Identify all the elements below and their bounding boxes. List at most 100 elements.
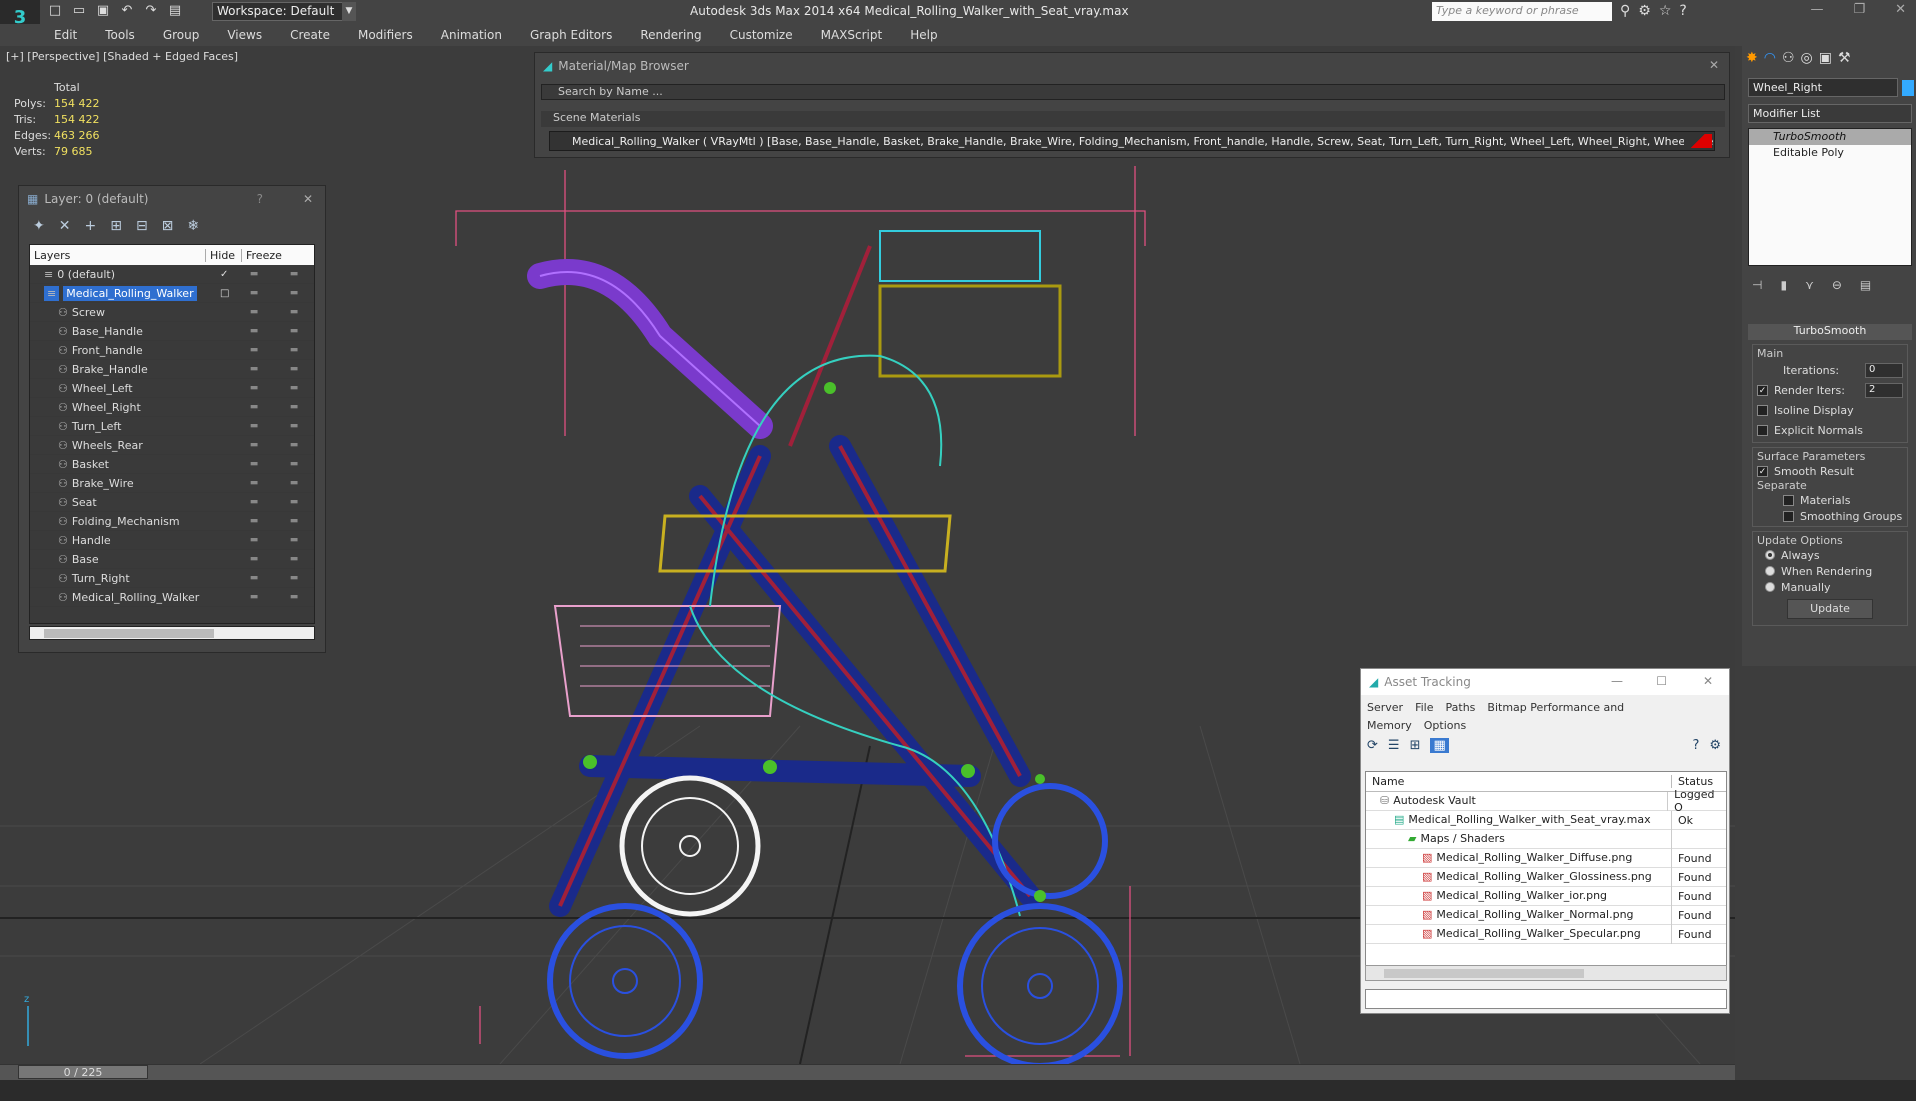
layer-hide-toggle[interactable]: ▬ <box>234 459 274 469</box>
vault-settings-icon[interactable]: ⚙ <box>1709 738 1721 753</box>
update-button[interactable]: Update <box>1787 599 1873 619</box>
vault-help-icon[interactable]: ? <box>1692 738 1699 753</box>
layer-hide-toggle[interactable]: ▬ <box>234 326 274 336</box>
layer-row[interactable]: ⚇ Seat ▬ ▬ <box>30 493 314 512</box>
menu-maxscript[interactable]: MAXScript <box>821 28 883 42</box>
asset-row[interactable]: ▧ Medical_Rolling_Walker_Glossiness.png Fo… <box>1366 867 1726 887</box>
select-in-layer-icon[interactable]: ⊞ <box>110 218 122 234</box>
help-search-input[interactable]: Type a keyword or phrase <box>1432 2 1612 21</box>
utilities-tab-icon[interactable]: ⚒ <box>1838 50 1851 68</box>
menu-views[interactable]: Views <box>227 28 262 42</box>
modify-tab-icon[interactable]: ◠ <box>1764 50 1776 68</box>
layer-hide-toggle[interactable]: ▬ <box>234 535 274 545</box>
smoothing-groups-checkbox[interactable] <box>1783 510 1794 522</box>
list-view-icon[interactable]: ☰ <box>1388 738 1400 753</box>
menu-help[interactable]: Help <box>910 28 937 42</box>
layer-hide-toggle[interactable]: ▬ <box>234 269 274 279</box>
asset-status-column[interactable]: Status <box>1672 775 1713 788</box>
track-bar[interactable] <box>0 1080 1916 1101</box>
asset-row[interactable]: ▤ Medical_Rolling_Walker_with_Seat_vray.m… <box>1366 810 1726 830</box>
layer-row[interactable]: ⚇ Brake_Handle ▬ ▬ <box>30 360 314 379</box>
menu-edit[interactable]: Edit <box>54 28 77 42</box>
display-tab-icon[interactable]: ▣ <box>1819 50 1832 68</box>
layer-hide-toggle[interactable]: ▬ <box>234 592 274 602</box>
asset-row[interactable]: ▰ Maps / Shaders <box>1366 829 1726 849</box>
layer-row[interactable]: ⚇ Wheels_Rear ▬ ▬ <box>30 436 314 455</box>
layer-freeze-toggle[interactable]: ▬ <box>274 402 314 412</box>
layer-hide-toggle[interactable]: ▬ <box>234 421 274 431</box>
always-radio[interactable] <box>1765 550 1775 560</box>
save-icon[interactable]: ▣ <box>94 3 112 19</box>
layer-row[interactable]: ⚇ Base ▬ ▬ <box>30 550 314 569</box>
asset-menu-options[interactable]: Options <box>1424 719 1466 732</box>
configure-modifier-sets-icon[interactable]: ▤ <box>1860 278 1871 292</box>
layer-row[interactable]: ⚇ Screw ▬ ▬ <box>30 303 314 322</box>
menu-animation[interactable]: Animation <box>441 28 502 42</box>
layer-freeze-toggle[interactable]: ▬ <box>274 269 314 279</box>
asset-menu-paths[interactable]: Paths <box>1446 701 1476 714</box>
menu-customize[interactable]: Customize <box>730 28 793 42</box>
layers-column-header[interactable]: Layers <box>30 248 206 262</box>
layer-hide-toggle[interactable]: ▬ <box>234 383 274 393</box>
layer-freeze-toggle[interactable]: ▬ <box>274 497 314 507</box>
redo-icon[interactable]: ↷ <box>142 3 160 19</box>
asset-menu-server[interactable]: Server <box>1367 701 1403 714</box>
asset-row[interactable]: ⛁ Autodesk Vault Logged O <box>1366 788 1726 814</box>
asset-menu-file[interactable]: File <box>1415 701 1433 714</box>
layer-row[interactable]: ⚇ Wheel_Left ▬ ▬ <box>30 379 314 398</box>
layer-freeze-toggle[interactable]: ▬ <box>274 326 314 336</box>
layer-active-toggle[interactable]: □ <box>220 288 234 299</box>
scene-materials-group[interactable]: Scene Materials <box>541 111 1725 127</box>
asset-row[interactable]: ▧ Medical_Rolling_Walker_ior.png Found <box>1366 886 1726 906</box>
layer-freeze-toggle[interactable]: ▬ <box>274 345 314 355</box>
layer-freeze-toggle[interactable]: ▬ <box>274 383 314 393</box>
layer-hide-toggle[interactable]: ▬ <box>234 307 274 317</box>
layer-row[interactable]: ⚇ Basket ▬ ▬ <box>30 455 314 474</box>
minimize-icon[interactable]: — <box>1810 2 1823 17</box>
layer-freeze-toggle[interactable]: ▬ <box>274 307 314 317</box>
undo-icon[interactable]: ↶ <box>118 3 136 19</box>
menu-modifiers[interactable]: Modifiers <box>358 28 413 42</box>
asset-path-field[interactable] <box>1365 989 1727 1009</box>
object-color-swatch[interactable] <box>1902 80 1914 96</box>
motion-tab-icon[interactable]: ◎ <box>1801 50 1813 68</box>
workspace-arrow-icon[interactable]: ▼ <box>342 2 356 21</box>
favorites-star-icon[interactable]: ☆ <box>1659 3 1672 19</box>
freeze-column-header[interactable]: Freeze <box>242 249 282 262</box>
menu-create[interactable]: Create <box>290 28 330 42</box>
add-to-layer-icon[interactable]: + <box>84 218 96 234</box>
binoculars-icon[interactable]: ⚲ <box>1620 3 1630 19</box>
menu-tools[interactable]: Tools <box>105 28 135 42</box>
layer-freeze-toggle[interactable]: ▬ <box>274 592 314 602</box>
layer-row[interactable]: ≡ Medical_Rolling_Walker □ ▬ ▬ <box>30 284 314 303</box>
remove-modifier-icon[interactable]: ⊖ <box>1832 278 1842 292</box>
active-layer-check-icon[interactable]: ✓ <box>220 269 234 280</box>
layer-freeze-toggle[interactable]: ▬ <box>274 288 314 298</box>
layer-hide-toggle[interactable]: ▬ <box>234 402 274 412</box>
layer-hide-toggle[interactable]: ▬ <box>234 497 274 507</box>
asset-menu-bitmap-performance-and-memory[interactable]: Bitmap Performance and Memory <box>1367 701 1624 732</box>
open-file-icon[interactable]: ▭ <box>70 3 88 19</box>
layer-hide-toggle[interactable]: ▬ <box>234 554 274 564</box>
render-iters-spinner[interactable]: 2 <box>1865 382 1903 398</box>
layer-freeze-toggle[interactable]: ▬ <box>274 364 314 374</box>
asset-horizontal-scrollbar[interactable] <box>1365 965 1727 981</box>
workspace-dropdown[interactable]: Workspace: Default <box>212 2 352 21</box>
layer-hide-toggle[interactable]: ▬ <box>234 364 274 374</box>
tree-view-icon[interactable]: ⊞ <box>1410 738 1421 753</box>
iterations-spinner[interactable]: 0 <box>1865 362 1903 378</box>
layer-row[interactable]: ⚇ Medical_Rolling_Walker ▬ ▬ <box>30 588 314 607</box>
close-icon[interactable]: ✕ <box>1895 2 1906 17</box>
stack-item-turbosmooth[interactable]: TurboSmooth <box>1749 129 1911 145</box>
layer-row[interactable]: ≡ 0 (default) ✓ ▬ ▬ <box>30 265 314 284</box>
maximize-icon[interactable]: ❐ <box>1853 2 1865 17</box>
material-browser-close-icon[interactable]: ✕ <box>1709 58 1719 72</box>
layer-freeze-toggle[interactable]: ▬ <box>274 554 314 564</box>
time-slider-bar[interactable]: 0 / 225 <box>0 1064 1735 1080</box>
help-icon[interactable]: ? <box>1679 3 1686 19</box>
project-folder-icon[interactable]: ▤ <box>166 3 184 19</box>
asset-row[interactable]: ▧ Medical_Rolling_Walker_Diffuse.png Found <box>1366 848 1726 868</box>
layer-row[interactable]: ⚇ Front_handle ▬ ▬ <box>30 341 314 360</box>
smooth-result-checkbox[interactable]: ✓ <box>1757 465 1768 477</box>
layer-panel-header[interactable]: ▦ Layer: 0 (default) ? ✕ <box>19 186 325 212</box>
